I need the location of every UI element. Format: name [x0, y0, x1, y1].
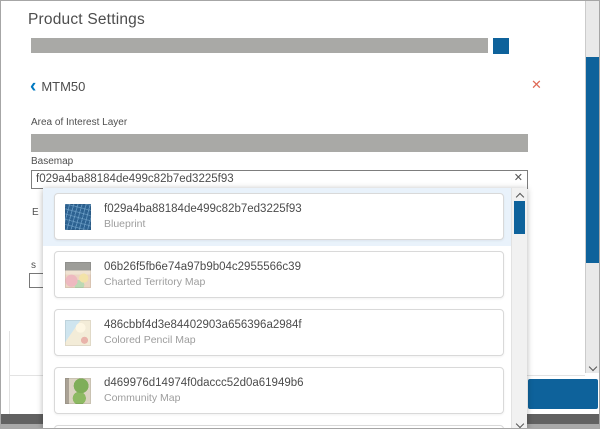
- basemap-dropdown: f029a4ba88184de499c82b7ed3225f93 Bluepri…: [43, 188, 527, 429]
- aoi-field-label: Area of Interest Layer: [31, 117, 127, 128]
- redacted-field-value: [31, 134, 528, 152]
- basemap-option-id: 06b26f5fb6e74a97b9b04c2955566c39: [104, 260, 301, 275]
- basemap-option-text: 06b26f5fb6e74a97b9b04c2955566c39 Charted…: [104, 260, 301, 289]
- dropdown-scrollbar[interactable]: [511, 188, 527, 429]
- basemap-option[interactable]: d469976d14974f0daccc52d0a61949b6 Communi…: [43, 362, 511, 420]
- basemap-thumbnail: [65, 320, 91, 346]
- dropdown-scrollbar-thumb[interactable]: [514, 201, 525, 234]
- basemap-input[interactable]: [31, 170, 528, 189]
- basemap-option[interactable]: f029a4ba88184de499c82b7ed3225f93 Bluepri…: [43, 188, 511, 246]
- main-scroll-down-arrow-icon[interactable]: [586, 364, 600, 370]
- page-title: Product Settings: [28, 11, 145, 29]
- basemap-option-id: 486cbbf4d3e84402903a656396a2984f: [104, 318, 302, 333]
- chevron-left-icon: ‹: [30, 80, 36, 94]
- basemap-option[interactable]: [43, 420, 511, 429]
- basemap-option-id: f029a4ba88184de499c82b7ed3225f93: [104, 202, 302, 217]
- basemap-option-card: 06b26f5fb6e74a97b9b04c2955566c39 Charted…: [54, 251, 504, 298]
- main-scrollbar-thumb[interactable]: [586, 57, 600, 263]
- basemap-option-name: Community Map: [104, 391, 304, 405]
- scroll-down-arrow-icon[interactable]: [512, 421, 527, 427]
- basemap-option-id: d469976d14974f0daccc52d0a61949b6: [104, 376, 304, 391]
- basemap-option-text: f029a4ba88184de499c82b7ed3225f93 Bluepri…: [104, 202, 302, 231]
- redacted-accent-block: [493, 38, 509, 54]
- close-icon: ✕: [531, 77, 542, 92]
- close-button[interactable]: ✕: [531, 77, 542, 93]
- basemap-option-card: 486cbbf4d3e84402903a656396a2984f Colored…: [54, 309, 504, 356]
- basemap-option-card: d469976d14974f0daccc52d0a61949b6 Communi…: [54, 367, 504, 414]
- basemap-option-card: f029a4ba88184de499c82b7ed3225f93 Bluepri…: [54, 193, 504, 240]
- back-button[interactable]: ‹ MTM50: [30, 79, 85, 94]
- basemap-option[interactable]: 06b26f5fb6e74a97b9b04c2955566c39 Charted…: [43, 246, 511, 304]
- basemap-option-name: Charted Territory Map: [104, 275, 301, 289]
- product-settings-window: Product Settings ‹ MTM50 ✕ Area of Inter…: [0, 0, 600, 429]
- basemap-option-card: [54, 425, 504, 429]
- basemap-combobox: ✕: [31, 169, 528, 188]
- basemap-thumbnail: [65, 378, 91, 404]
- obscured-field-label-2: s: [31, 260, 36, 271]
- basemap-option-list: f029a4ba88184de499c82b7ed3225f93 Bluepri…: [43, 188, 511, 429]
- basemap-thumbnail: [65, 204, 91, 230]
- obscured-field-label: E: [32, 207, 39, 218]
- basemap-thumbnail: [65, 262, 91, 288]
- main-scrollbar[interactable]: [585, 1, 600, 373]
- basemap-option-name: Blueprint: [104, 217, 302, 231]
- redacted-bar: [31, 38, 488, 53]
- scroll-up-arrow-icon[interactable]: [512, 191, 527, 200]
- dialog-left-border: [9, 331, 10, 415]
- clear-input-icon[interactable]: ✕: [514, 172, 523, 184]
- back-button-label: MTM50: [41, 79, 85, 94]
- basemap-option-name: Colored Pencil Map: [104, 333, 302, 347]
- redacted-primary-button[interactable]: [528, 379, 598, 409]
- basemap-option-text: d469976d14974f0daccc52d0a61949b6 Communi…: [104, 376, 304, 405]
- basemap-field-label: Basemap: [31, 156, 73, 167]
- basemap-option[interactable]: 486cbbf4d3e84402903a656396a2984f Colored…: [43, 304, 511, 362]
- basemap-option-text: 486cbbf4d3e84402903a656396a2984f Colored…: [104, 318, 302, 347]
